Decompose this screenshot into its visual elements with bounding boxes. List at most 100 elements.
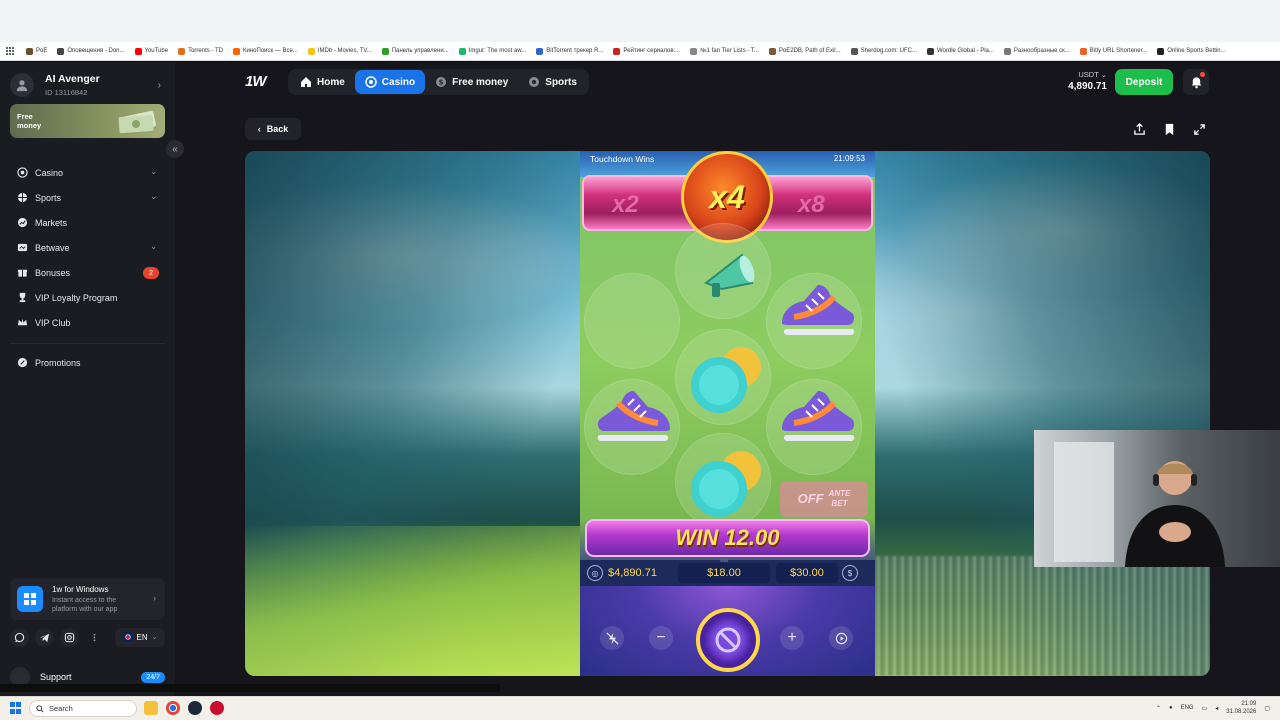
spin-button[interactable]	[696, 608, 760, 672]
microphone-icon[interactable]: ●	[1169, 705, 1173, 711]
deposit-button[interactable]: Deposit	[1115, 69, 1173, 95]
bookmark-item[interactable]: Wordle Global - Pla...	[922, 47, 999, 55]
bookmark-item[interactable]: PoE	[21, 47, 52, 55]
steam-icon[interactable]	[188, 701, 202, 715]
sidebar-item-sports[interactable]: Sports ⌄	[10, 185, 165, 210]
multiplier-left: x2	[612, 191, 639, 218]
bookmark-item[interactable]: Разнообразные ск...	[999, 47, 1075, 55]
back-label: Back	[266, 124, 289, 134]
fullscreen-button[interactable]	[1189, 119, 1209, 139]
keyboard-language[interactable]: ENG	[1181, 705, 1194, 711]
tab-sports[interactable]: Sports	[518, 70, 587, 94]
instagram-icon[interactable]	[60, 627, 79, 647]
support-label: Support	[40, 672, 72, 682]
chrome-icon[interactable]	[166, 701, 180, 715]
language-selector[interactable]: EN ⌄	[115, 627, 165, 647]
user-icon	[16, 80, 28, 92]
bookmark-favicon-icon	[458, 47, 466, 55]
turbo-off-icon[interactable]	[600, 626, 624, 650]
casino-icon	[365, 76, 377, 88]
chevron-down-icon: ⌄	[151, 634, 158, 641]
bookmark-item[interactable]: PoE2DB, Path of Exil...	[764, 47, 846, 55]
bookmark-favicon-icon	[926, 47, 934, 55]
wallet-icon: ◎	[587, 565, 603, 581]
network-icon[interactable]: ▭	[1202, 705, 1208, 712]
bookmark-item[interactable]: Imgur: The most aw...	[454, 47, 532, 55]
increase-bet-button[interactable]: +	[780, 626, 804, 650]
bookmark-favicon-icon	[307, 47, 315, 55]
profile-block[interactable]: AI Avenger ID 13116842 ›	[10, 70, 165, 100]
balance-block[interactable]: USDT ⌄ 4,890.71	[1067, 70, 1107, 92]
bookmark-item[interactable]: Online Sports Bettin...	[1152, 47, 1230, 55]
bookmark-item[interactable]: №1 fan Tier Lists - T...	[685, 47, 764, 55]
sidebar-item-markets[interactable]: Markets	[10, 210, 165, 235]
chevron-down-icon[interactable]: ⌄	[150, 242, 157, 251]
bookmark-item[interactable]: Оповещения - Don...	[52, 47, 129, 55]
sidebar-item-casino[interactable]: Casino ⌄	[10, 160, 165, 185]
chevron-down-icon[interactable]: ⌄	[150, 192, 157, 201]
chevron-down-icon[interactable]: ⌄	[150, 167, 157, 176]
tab-free-money[interactable]: $ Free money	[425, 70, 518, 94]
clock-time: 21:09	[1241, 701, 1257, 707]
game-frame[interactable]: Touchdown Wins 21:09:53 x2 x8 x4 OFF ANT…	[245, 151, 1210, 676]
bookmark-item[interactable]: YouTube	[130, 47, 174, 55]
win-label: WIN	[720, 558, 728, 563]
bookmark-label: Wordle Global - Pla...	[936, 48, 994, 54]
chevron-right-icon[interactable]: ›	[158, 80, 161, 91]
tab-home[interactable]: Home	[290, 70, 355, 94]
bookmark-item[interactable]: BitTorrent трекер R...	[531, 47, 608, 55]
avatar[interactable]	[10, 73, 34, 97]
bookmark-item[interactable]: КиноПоиск — Все...	[228, 47, 303, 55]
currency-selector[interactable]: USDT ⌄	[1067, 70, 1107, 79]
bookmark-item[interactable]: Torrents - TD	[173, 47, 228, 55]
chevron-up-icon[interactable]: ⌃	[1156, 705, 1161, 712]
file-explorer-icon[interactable]	[144, 701, 158, 715]
svg-text:$: $	[439, 79, 444, 87]
bet-box[interactable]: $30.00	[776, 563, 838, 583]
sidebar-item-promotions[interactable]: Promotions	[10, 350, 165, 375]
sidebar-item-vip-club[interactable]: VIP Club	[10, 310, 165, 335]
bookmark-favicon-icon	[26, 47, 33, 55]
bookmark-label: Разнообразные ск...	[1013, 48, 1070, 54]
slot-machine[interactable]: Touchdown Wins 21:09:53 x2 x8 x4 OFF ANT…	[580, 151, 875, 676]
autoplay-icon[interactable]	[829, 626, 853, 650]
telegram-icon[interactable]	[35, 627, 54, 647]
sidebar-item-label: VIP Loyalty Program	[35, 292, 118, 303]
whatsapp-icon[interactable]	[10, 627, 29, 647]
notifications-button[interactable]	[1183, 69, 1209, 95]
back-button[interactable]: ‹ Back	[245, 118, 301, 140]
casino-icon	[16, 167, 28, 179]
more-icon[interactable]	[85, 628, 104, 647]
windows-start-icon[interactable]	[10, 702, 22, 714]
sidebar-item-label: Bonuses	[35, 267, 71, 278]
volume-icon[interactable]: ◂	[1215, 705, 1218, 712]
taskbar-search[interactable]: Search	[29, 700, 137, 717]
balance-amount: 4,890.71	[1068, 81, 1107, 92]
free-money-card[interactable]: Free money	[10, 104, 165, 138]
bookmark-label: КиноПоиск — Все...	[243, 48, 298, 54]
collapse-sidebar-icon[interactable]: «	[166, 140, 184, 158]
sidebar-item-bonuses[interactable]: Bonuses 2	[10, 260, 165, 285]
bookmark-item[interactable]: Рейтинг сериалов:...	[608, 47, 685, 55]
decrease-bet-button[interactable]: −	[649, 626, 673, 650]
bookmark-favicon-icon	[178, 47, 186, 55]
windows-app-card[interactable]: 1w for Windows Instant access to the pla…	[10, 578, 165, 620]
apps-grid-icon[interactable]	[6, 46, 15, 56]
coin-icon[interactable]: $	[842, 565, 858, 581]
bookmark-item[interactable]: Панель управлени...	[377, 47, 454, 55]
ante-bet-toggle[interactable]: OFF ANTE BET	[780, 481, 868, 517]
bookmark-item[interactable]: IMDb - Movies, TV...	[303, 47, 377, 55]
share-button[interactable]	[1129, 119, 1149, 139]
bookmark-item[interactable]: Sherdog.com: UFC...	[846, 47, 922, 55]
site-logo[interactable]: 1W	[245, 73, 266, 90]
sidebar-item-vip-loyalty-program[interactable]: VIP Loyalty Program	[10, 285, 165, 310]
bookmark-label: Оповещения - Don...	[67, 48, 125, 54]
bookmark-item[interactable]: Bitly URL Shortener...	[1075, 47, 1152, 55]
tab-casino[interactable]: Casino	[354, 70, 426, 94]
notifications-icon[interactable]: ▢	[1264, 705, 1270, 712]
clock[interactable]: 21:09 31.08.2026	[1226, 700, 1256, 716]
game-launcher-icon[interactable]	[210, 701, 224, 715]
bookmark-button[interactable]	[1159, 119, 1179, 139]
sidebar-item-betwave[interactable]: Betwave ⌄	[10, 235, 165, 260]
app-card-subtitle: Instant access to the platform with our …	[52, 597, 118, 613]
